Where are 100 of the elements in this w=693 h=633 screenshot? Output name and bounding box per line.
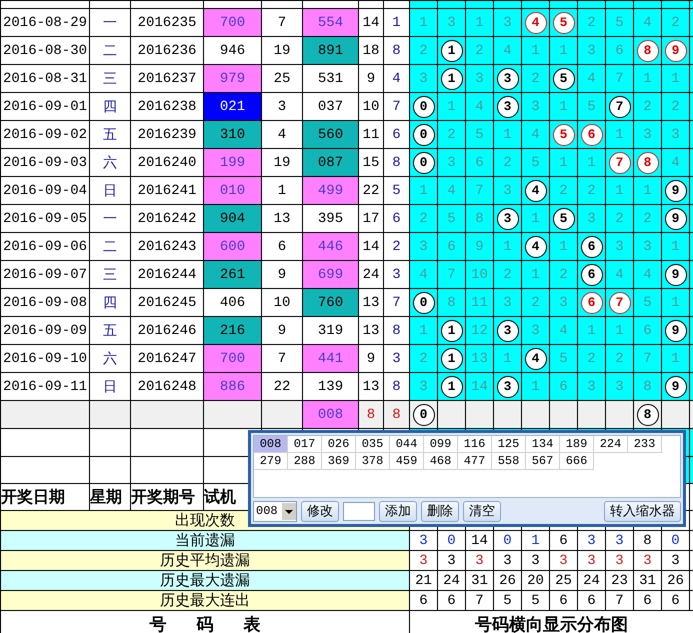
issue-cell: 2016244 <box>130 260 204 288</box>
list-item[interactable]: 666 <box>560 453 594 470</box>
stat-value: 0 <box>662 530 690 550</box>
table-cell: 8 <box>384 148 410 176</box>
miss-count: 4 <box>550 316 578 344</box>
table-cell: 261 <box>204 260 262 288</box>
list-item[interactable]: 044 <box>390 436 424 453</box>
stat-value: 3 <box>466 550 494 570</box>
number-ball: 3 <box>496 208 518 230</box>
toolbar-button[interactable]: 修改 <box>301 500 339 522</box>
miss-count: 1 <box>410 316 438 344</box>
miss-count: 1 <box>438 92 466 120</box>
issue-cell: 2016245 <box>130 288 204 316</box>
miss-count: 5 <box>522 148 550 176</box>
number-dropdown[interactable]: 008 <box>253 500 297 522</box>
number-ball: 1 <box>440 68 462 90</box>
list-item[interactable]: 233 <box>628 436 662 453</box>
stat-value: 6 <box>550 590 578 610</box>
list-item[interactable]: 369 <box>322 453 356 470</box>
weekday-cell: 五 <box>90 120 130 148</box>
table-cell: 14 <box>358 232 384 260</box>
table-cell: 8 <box>384 400 410 428</box>
miss-count: 2 <box>522 64 550 92</box>
table-cell: 087 <box>302 148 358 176</box>
number-ball: 4 <box>524 236 546 258</box>
list-item[interactable]: 035 <box>356 436 390 453</box>
miss-count: 14 <box>466 372 494 400</box>
number-ball: 0 <box>412 96 434 118</box>
table-cell: 24 <box>358 260 384 288</box>
list-item[interactable]: 459 <box>390 453 424 470</box>
table-cell: 8 <box>384 316 410 344</box>
number-input[interactable] <box>343 502 375 521</box>
weekday-cell: 二 <box>90 232 130 260</box>
miss-count: 5 <box>606 8 634 36</box>
miss-count: 8 <box>466 204 494 232</box>
table-cell: 5 <box>384 176 410 204</box>
miss-count: 1 <box>494 120 522 148</box>
miss-count: 3 <box>578 204 606 232</box>
miss-count: 3 <box>466 64 494 92</box>
table-cell: 008 <box>302 400 358 428</box>
weekday-cell: 六 <box>90 148 130 176</box>
toolbar-button[interactable]: 添加 <box>379 500 417 522</box>
table-cell: 25 <box>262 64 302 92</box>
list-item[interactable]: 017 <box>288 436 322 453</box>
issue-cell: 2016241 <box>130 176 204 204</box>
issue-cell: 2016236 <box>130 36 204 64</box>
list-item[interactable]: 567 <box>526 453 560 470</box>
toolbar-button[interactable]: 删除 <box>421 500 459 522</box>
date-cell: 2016-09-04 <box>0 176 90 204</box>
miss-count: 6 <box>466 148 494 176</box>
date-cell: 2016-08-29 <box>0 8 90 36</box>
stat-value: 24 <box>438 570 466 590</box>
list-item[interactable]: 125 <box>492 436 526 453</box>
miss-count: 1 <box>606 176 634 204</box>
stat-value: 5 <box>494 590 522 610</box>
list-item[interactable]: 468 <box>424 453 458 470</box>
number-ball: 5 <box>552 208 574 230</box>
miss-count: 2 <box>606 344 634 372</box>
list-item[interactable]: 008 <box>254 436 288 453</box>
miss-count: 2 <box>438 120 466 148</box>
list-item[interactable]: 189 <box>560 436 594 453</box>
miss-count: 9 <box>466 232 494 260</box>
list-item[interactable]: 288 <box>288 453 322 470</box>
miss-count: 1 <box>522 260 550 288</box>
table-cell: 2 <box>384 232 410 260</box>
stat-value: 31 <box>634 570 662 590</box>
issue-cell: 2016243 <box>130 232 204 260</box>
date-cell: 2016-09-01 <box>0 92 90 120</box>
toolbar-button[interactable]: 清空 <box>463 500 501 522</box>
table-cell: 1 <box>262 176 302 204</box>
list-item[interactable]: 279 <box>254 453 288 470</box>
miss-count: 3 <box>634 232 662 260</box>
weekday-cell: 日 <box>90 372 130 400</box>
date-cell: 2016-09-06 <box>0 232 90 260</box>
table-cell: 13 <box>358 288 384 316</box>
list-item[interactable]: 026 <box>322 436 356 453</box>
table-cell: 9 <box>358 64 384 92</box>
stat-value: 3 <box>522 550 550 570</box>
stat-value: 0 <box>494 530 522 550</box>
table-cell: 600 <box>204 232 262 260</box>
stat-value: 6 <box>438 590 466 610</box>
list-item[interactable]: 099 <box>424 436 458 453</box>
number-ball: 6 <box>580 264 602 286</box>
miss-count: 2 <box>578 344 606 372</box>
table-cell: 7 <box>384 92 410 120</box>
list-item[interactable]: 558 <box>492 453 526 470</box>
table-cell: 760 <box>302 288 358 316</box>
list-item[interactable]: 477 <box>458 453 492 470</box>
weekday-cell: 四 <box>90 288 130 316</box>
stat-value: 26 <box>494 570 522 590</box>
number-ball: 0 <box>412 152 434 174</box>
miss-count: 3 <box>634 120 662 148</box>
transfer-button[interactable]: 转入缩水器 <box>604 500 681 522</box>
miss-count: 3 <box>578 372 606 400</box>
list-item[interactable]: 134 <box>526 436 560 453</box>
miss-count: 5 <box>438 204 466 232</box>
miss-count: 4 <box>606 260 634 288</box>
list-item[interactable]: 116 <box>458 436 492 453</box>
list-item[interactable]: 224 <box>594 436 628 453</box>
list-item[interactable]: 378 <box>356 453 390 470</box>
